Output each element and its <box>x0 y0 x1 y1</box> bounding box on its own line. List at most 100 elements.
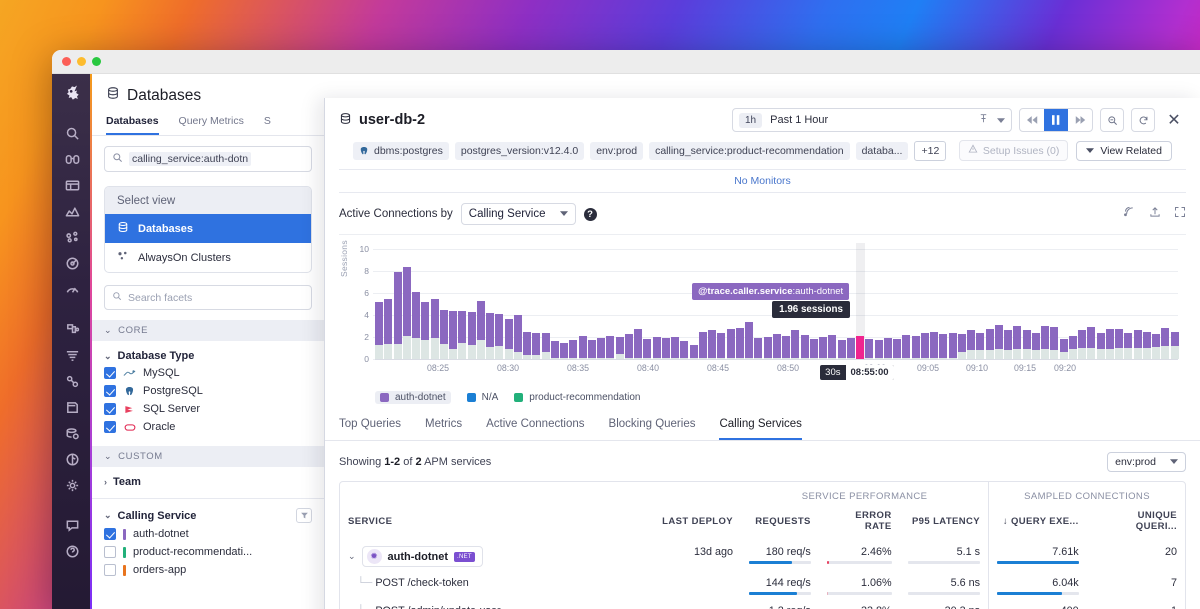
chart-bar[interactable] <box>708 330 716 359</box>
facet-section-core[interactable]: ⌄ CORE <box>92 320 324 341</box>
chart-bar[interactable] <box>782 336 790 359</box>
cell-endpoint[interactable]: └─ POST /check-token <box>340 570 633 598</box>
col-last-deploy[interactable]: LAST DEPLOY <box>633 504 741 539</box>
chart-bar[interactable] <box>847 338 855 359</box>
chart-bar[interactable] <box>1124 333 1132 359</box>
search-icon[interactable] <box>56 120 88 146</box>
chart-bar[interactable] <box>384 299 392 359</box>
chart-bar[interactable] <box>551 341 559 359</box>
logs-icon[interactable] <box>56 342 88 368</box>
chart-bar[interactable] <box>754 338 762 359</box>
chart-bar[interactable] <box>625 334 633 359</box>
facet-group-calling-service[interactable]: ⌄ Calling Service <box>92 499 324 525</box>
checkbox[interactable] <box>104 528 116 540</box>
integrations-icon[interactable] <box>56 316 88 342</box>
chart-bar[interactable] <box>986 329 994 359</box>
chart-bar[interactable] <box>440 310 448 359</box>
chart-bar[interactable] <box>736 328 744 359</box>
chart-bar[interactable] <box>532 333 540 359</box>
chart-bar[interactable] <box>588 340 596 359</box>
cell-endpoint[interactable]: └─ POST /admin/update-user <box>340 598 633 609</box>
chart-bar[interactable] <box>643 339 651 359</box>
chart-bar[interactable] <box>819 337 827 359</box>
chart-bar[interactable] <box>801 335 809 359</box>
chart-bar[interactable] <box>865 339 873 359</box>
tab-active-connections[interactable]: Active Connections <box>486 418 584 440</box>
chart-bar[interactable] <box>403 267 411 359</box>
chart-bar[interactable] <box>1050 327 1058 359</box>
chart-bar[interactable] <box>662 338 670 359</box>
chart-bar[interactable] <box>514 315 522 359</box>
col-p95-latency[interactable]: P95 LATENCY <box>900 504 989 539</box>
chart-bar[interactable] <box>875 340 883 359</box>
fast-forward-icon[interactable] <box>1068 108 1092 132</box>
chart-bar[interactable] <box>1143 332 1151 360</box>
facet-option-mysql[interactable]: MySQL <box>92 364 324 382</box>
col-error-rate[interactable]: ERROR RATE <box>819 504 900 539</box>
rewind-icon[interactable] <box>1020 108 1044 132</box>
chart-bar[interactable] <box>468 312 476 359</box>
active-connections-chart[interactable]: Sessions 0246810 08:2508:3008:3508:4008:… <box>339 243 1186 385</box>
chart-bar[interactable] <box>1097 333 1105 359</box>
chart-bar[interactable] <box>1041 326 1049 359</box>
service-chip[interactable]: ✹auth-dotnet.NET <box>362 546 483 567</box>
chart-bar[interactable] <box>1087 327 1095 359</box>
chart-bar[interactable] <box>412 292 420 359</box>
table-row[interactable]: ⌄ ✹auth-dotnet.NET13d ago180 req/s2.46%5… <box>340 539 1185 570</box>
chart-bar[interactable] <box>958 334 966 359</box>
chart-bar[interactable] <box>579 336 587 359</box>
checkbox[interactable] <box>104 421 116 433</box>
col-query-executions[interactable]: ↓ QUERY EXE... <box>989 504 1087 539</box>
chat-icon[interactable] <box>56 512 88 538</box>
table-row[interactable]: └─ POST /check-token144 req/s1.06%5.6 ns… <box>340 570 1185 598</box>
chart-bar[interactable] <box>902 335 910 359</box>
facet-section-custom[interactable]: ⌄ CUSTOM <box>92 446 324 467</box>
chart-bar[interactable] <box>949 333 957 359</box>
tab-blocking-queries[interactable]: Blocking Queries <box>609 418 696 440</box>
chevron-down-icon[interactable] <box>997 111 1005 129</box>
chart-bar[interactable] <box>616 337 624 359</box>
chart-bar[interactable] <box>1004 330 1012 359</box>
facet-option-oracle[interactable]: Oracle <box>92 418 324 436</box>
chart-bar[interactable] <box>1013 326 1021 359</box>
chart-bar[interactable] <box>995 325 1003 359</box>
help-icon[interactable] <box>56 538 88 564</box>
chart-bar[interactable] <box>810 339 818 359</box>
chart-bar[interactable] <box>893 339 901 359</box>
chart-bar[interactable] <box>764 337 772 359</box>
chart-bar[interactable] <box>653 337 661 359</box>
zoom-out-icon[interactable] <box>1100 108 1124 132</box>
chart-bar[interactable] <box>680 341 688 359</box>
apm-icon[interactable] <box>56 224 88 250</box>
chart-bar[interactable] <box>560 343 568 359</box>
col-unique-queries[interactable]: UNIQUE QUERI... <box>1087 504 1185 539</box>
rum-icon[interactable] <box>56 276 88 302</box>
legend-item[interactable]: auth-dotnet <box>375 391 451 404</box>
col-service[interactable]: SERVICE <box>340 504 633 539</box>
chart-bar[interactable] <box>1032 333 1040 359</box>
chart-bar[interactable] <box>690 345 698 359</box>
chart-bar[interactable] <box>431 299 439 359</box>
chart-bar[interactable] <box>967 330 975 359</box>
chart-bar[interactable] <box>939 334 947 359</box>
chart-bar[interactable] <box>671 337 679 359</box>
security-icon[interactable] <box>56 446 88 472</box>
chart-bar[interactable] <box>1115 329 1123 359</box>
datadog-logo[interactable] <box>59 80 85 106</box>
facet-search-input[interactable]: Search facets <box>104 285 312 310</box>
chart-bar[interactable] <box>1152 334 1160 359</box>
chart-bar[interactable] <box>606 336 614 359</box>
tab-samples[interactable]: S <box>264 115 271 135</box>
chart-bar[interactable] <box>1171 332 1179 359</box>
detail-panel-tabs[interactable]: Top QueriesMetricsActive ConnectionsBloc… <box>325 404 1200 441</box>
chart-bar[interactable] <box>1078 330 1086 359</box>
dashboard-icon[interactable] <box>56 172 88 198</box>
chevron-down-icon[interactable]: ⌄ <box>348 551 356 561</box>
chart-bar[interactable] <box>542 333 550 359</box>
setup-issues-button[interactable]: Setup Issues (0) <box>959 140 1068 161</box>
table-row[interactable]: └─ POST /admin/update-user1.2 req/s33.8%… <box>340 598 1185 609</box>
chart-bar[interactable] <box>976 333 984 359</box>
chart-bar[interactable] <box>921 333 929 359</box>
chart-bar[interactable] <box>717 333 725 359</box>
pin-icon[interactable] <box>978 111 989 129</box>
